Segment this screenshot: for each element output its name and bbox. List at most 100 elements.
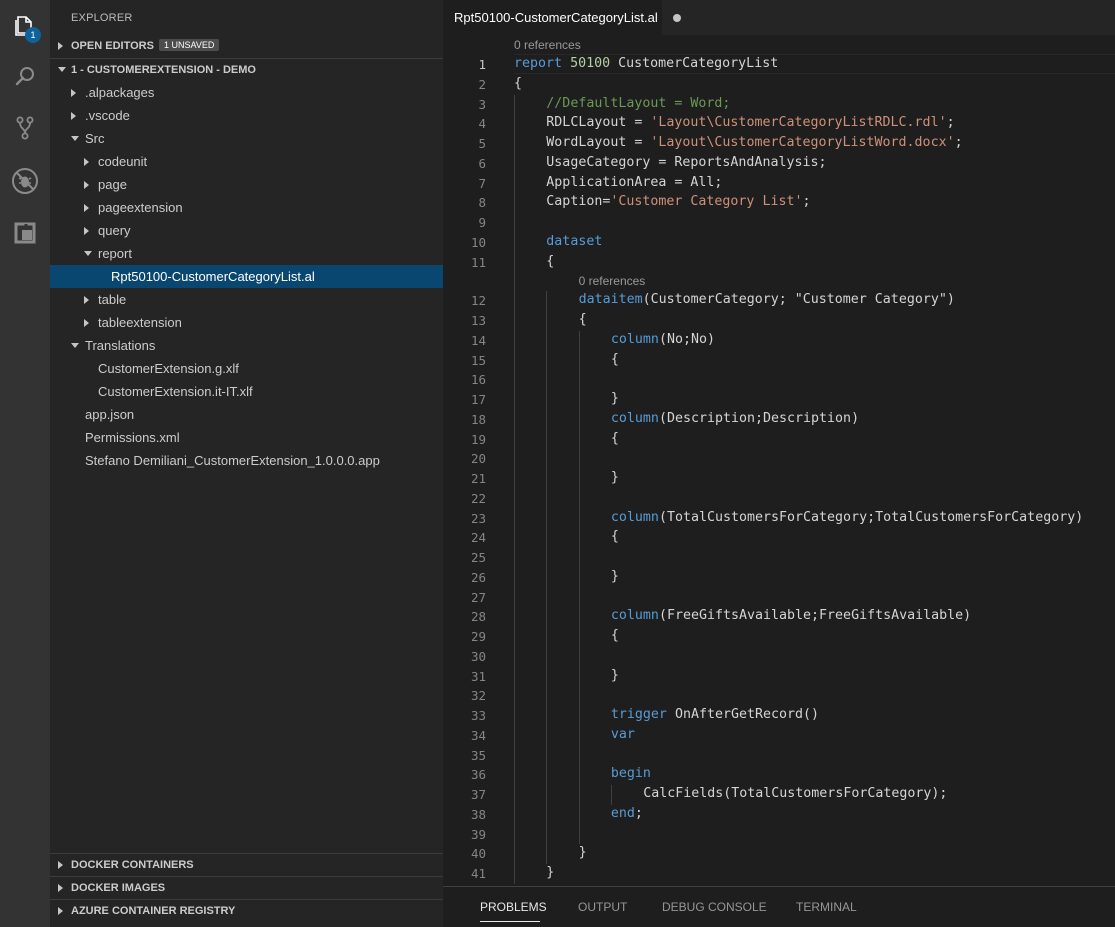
code-token: dataset: [546, 233, 603, 249]
chevron-right-icon: [58, 861, 63, 869]
code-lens-references[interactable]: 0 references: [579, 274, 646, 288]
indent-guide: [578, 330, 580, 845]
open-editors-header[interactable]: OPEN EDITORS 1 UNSAVED: [50, 35, 443, 57]
code-token: ;: [634, 805, 643, 821]
tab-terminal[interactable]: TERMINAL: [796, 900, 857, 914]
tree-item-label: pageextension: [98, 200, 183, 215]
code-line: {: [611, 352, 619, 367]
tree-item-label: app.json: [85, 407, 135, 422]
chevron-right-icon: [84, 296, 89, 304]
code-lens-references[interactable]: 0 references: [514, 38, 581, 52]
tab-output[interactable]: OUTPUT: [578, 900, 627, 914]
tree-folder-item[interactable]: Src: [50, 127, 443, 150]
source-control-button[interactable]: [0, 103, 50, 153]
debug-button[interactable]: [0, 156, 50, 206]
code-token: UsageCategory = ReportsAndAnalysis;: [546, 154, 827, 170]
tree-file-item[interactable]: CustomerExtension.it-IT.xlf: [50, 380, 443, 403]
tab-debug-console[interactable]: DEBUG CONSOLE: [662, 900, 767, 914]
code-token: var: [610, 726, 635, 742]
tree-file-item[interactable]: CustomerExtension.g.xlf: [50, 357, 443, 380]
tree-folder-item[interactable]: Translations: [50, 334, 443, 357]
line-number: 40: [470, 846, 486, 862]
line-number: 24: [470, 530, 486, 546]
code-token: (CustomerCategory; "Customer Category"): [642, 292, 955, 308]
line-number: 9: [478, 215, 486, 230]
editor-tab[interactable]: Rpt50100-CustomerCategoryList.al: [443, 0, 662, 35]
code-token: (No;No): [658, 331, 715, 347]
code-line: {: [611, 628, 619, 643]
line-number: 18: [470, 411, 486, 427]
unsaved-dot-icon[interactable]: [673, 14, 681, 22]
extensions-button[interactable]: [0, 208, 50, 258]
line-number: 14: [470, 332, 486, 348]
tree-folder-item[interactable]: .alpackages: [50, 81, 443, 104]
code-line: end;: [611, 806, 643, 821]
code-line: }: [611, 391, 619, 406]
tree-folder-item[interactable]: pageextension: [50, 196, 443, 219]
tree-item-label: Stefano Demiliani_CustomerExtension_1.0.…: [85, 453, 380, 468]
code-token: (TotalCustomersForCategory;TotalCustomer…: [658, 509, 1084, 525]
line-number: 1: [478, 57, 486, 72]
code-line: {: [611, 529, 619, 544]
azure-container-registry-header[interactable]: AZURE CONTAINER REGISTRY: [50, 899, 443, 921]
tree-folder-item[interactable]: query: [50, 219, 443, 242]
line-number: 27: [470, 589, 486, 605]
code-editor[interactable]: 0 references 1 report 50100 CustomerCatego…: [443, 35, 1115, 886]
code-token: }: [610, 391, 619, 406]
code-token: //DefaultLayout = Word;: [546, 95, 731, 111]
tree-file-item[interactable]: app.json: [50, 403, 443, 426]
line-number: 30: [470, 648, 486, 664]
tree-folder-item[interactable]: .vscode: [50, 104, 443, 127]
bottom-panel: PROBLEMS OUTPUT DEBUG CONSOLE TERMINAL: [443, 886, 1115, 927]
workspace-header[interactable]: 1 - CUSTOMEREXTENSION - DEMO: [50, 58, 443, 80]
tree-folder-item[interactable]: tableextension: [50, 311, 443, 334]
tree-item-label: report: [98, 246, 132, 261]
indent-guide: [610, 785, 612, 805]
line-number: 25: [470, 550, 486, 565]
line-number: 12: [470, 293, 486, 309]
unsaved-count-badge: 1: [25, 27, 41, 43]
code-line: {: [579, 312, 587, 327]
tree-folder-item[interactable]: report: [50, 242, 443, 265]
code-line: }: [611, 668, 619, 683]
tree-folder-item[interactable]: codeunit: [50, 150, 443, 173]
docker-containers-header[interactable]: DOCKER CONTAINERS: [50, 853, 443, 875]
chevron-right-icon: [84, 204, 89, 212]
code-token: begin: [610, 766, 651, 782]
line-number: 2: [478, 76, 486, 92]
code-token: }: [610, 568, 619, 584]
active-tab-indicator: [480, 921, 540, 922]
open-editors-label: OPEN EDITORS: [71, 40, 154, 52]
code-token: {: [610, 628, 619, 643]
line-number: 21: [470, 471, 486, 486]
code-token: end: [610, 805, 635, 821]
code-token: column: [610, 509, 659, 525]
tree-folder-item[interactable]: page: [50, 173, 443, 196]
tree-item-label: page: [98, 177, 127, 192]
chevron-down-icon: [58, 66, 66, 72]
docker-images-header[interactable]: DOCKER IMAGES: [50, 876, 443, 898]
tree-folder-item[interactable]: table: [50, 288, 443, 311]
explorer-button[interactable]: 1: [0, 0, 50, 50]
tree-file-item[interactable]: Permissions.xml: [50, 426, 443, 449]
code-line: dataitem(CustomerCategory; "Customer Cat…: [579, 292, 955, 307]
search-button[interactable]: [0, 51, 50, 101]
line-number: 36: [470, 767, 486, 783]
tab-problems[interactable]: PROBLEMS: [480, 900, 547, 914]
tree-file-item[interactable]: Rpt50100-CustomerCategoryList.al: [50, 265, 443, 288]
tree-file-item[interactable]: Stefano Demiliani_CustomerExtension_1.0.…: [50, 449, 443, 472]
line-number: 11: [470, 254, 486, 270]
line-number: 41: [470, 866, 486, 881]
explorer-sidebar: EXPLORER OPEN EDITORS 1 UNSAVED 1 - CUST…: [50, 0, 443, 927]
line-number: 31: [470, 668, 486, 684]
chevron-down-icon: [84, 250, 92, 256]
code-token: }: [578, 845, 587, 861]
code-token: trigger: [610, 707, 667, 722]
chevron-right-icon: [84, 319, 89, 327]
chevron-right-icon: [84, 181, 89, 189]
code-token: column: [610, 331, 659, 347]
code-line: {: [611, 431, 619, 446]
chevron-down-icon: [71, 135, 79, 141]
line-number: 32: [470, 688, 486, 704]
section-label: DOCKER IMAGES: [71, 882, 166, 894]
